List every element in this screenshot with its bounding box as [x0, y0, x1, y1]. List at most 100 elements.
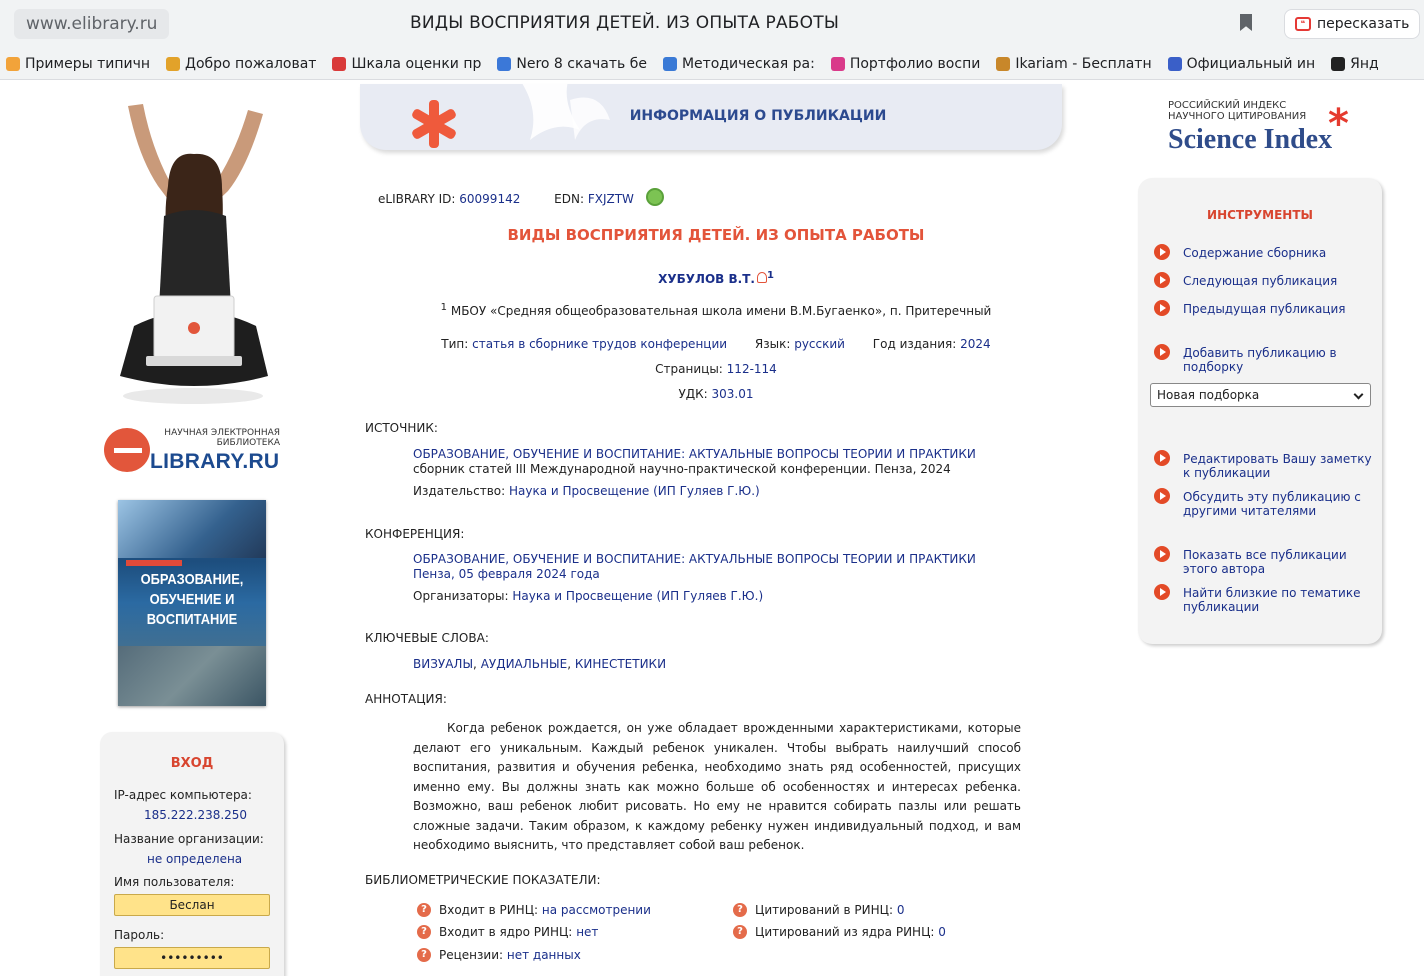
- help-icon[interactable]: ?: [733, 925, 747, 939]
- conference-heading: КОНФЕРЕНЦИЯ:: [365, 527, 465, 541]
- source-block: ОБРАЗОВАНИЕ, ОБУЧЕНИЕ И ВОСПИТАНИЕ: АКТУ…: [413, 447, 1033, 499]
- favicon-icon: [1331, 56, 1346, 71]
- ip-value: 185.222.238.250: [144, 808, 248, 822]
- source-description: сборник статей III Международной научно-…: [413, 462, 951, 476]
- keyword-link[interactable]: КИНЕСТЕТИКИ: [575, 657, 666, 671]
- affiliation-text: МБОУ «Средняя общеобразовательная школа …: [450, 304, 992, 318]
- annotation-text: Когда ребенок рождается, он уже обладает…: [413, 721, 1021, 852]
- sci-title: Science Index: [1168, 124, 1333, 155]
- bookmark-label: Ikariam - Бесплатн: [1015, 55, 1152, 72]
- cover-photo-top: [118, 500, 266, 558]
- lang-value: русский: [794, 337, 845, 351]
- bookmark-item[interactable]: Методическая ра:: [662, 55, 815, 72]
- annotation-heading: АННОТАЦИЯ:: [365, 692, 447, 706]
- affil-sup: 1: [440, 302, 448, 313]
- tool-discuss[interactable]: Обсудить эту публикацию с другими читате…: [1154, 488, 1376, 518]
- chevron-down-icon: [1353, 389, 1364, 400]
- elibrary-e-icon: [104, 428, 150, 472]
- bookmark-item[interactable]: Добро пожаловат: [166, 56, 316, 72]
- journal-cover-image[interactable]: ОБРАЗОВАНИЕ, ОБУЧЕНИЕ И ВОСПИТАНИЕ: [118, 500, 266, 706]
- help-icon[interactable]: ?: [417, 903, 431, 917]
- cover-photo-bottom: [118, 646, 266, 706]
- elibrary-logo[interactable]: НАУЧНАЯ ЭЛЕКТРОННАЯ БИБЛИОТЕКА LIBRARY.R…: [104, 424, 284, 480]
- tools-panel: ИНСТРУМЕНТЫ Содержание сборника Следующа…: [1138, 178, 1382, 644]
- bookmark-item[interactable]: Янд: [1331, 56, 1379, 72]
- bookmark-item[interactable]: Портфолио воспи: [830, 55, 981, 72]
- reviews-value: нет данных: [506, 948, 581, 962]
- bookmark-item[interactable]: Ikariam - Бесплатн: [996, 55, 1152, 72]
- elibrary-id-label: eLIBRARY ID:: [378, 192, 456, 206]
- address-bar[interactable]: www.elibrary.ru: [14, 9, 170, 39]
- conference-block: ОБРАЗОВАНИЕ, ОБУЧЕНИЕ И ВОСПИТАНИЕ: АКТУ…: [413, 552, 1033, 604]
- year-label: Год издания:: [872, 337, 957, 351]
- bookmark-item[interactable]: Официальный ин: [1167, 55, 1316, 72]
- password-input[interactable]: •••••••••: [114, 947, 270, 969]
- science-index-logo[interactable]: РОССИЙСКИЙ ИНДЕКС НАУЧНОГО ЦИТИРОВАНИЯ S…: [1168, 98, 1378, 162]
- pages-row: Страницы: 112-114: [360, 362, 1072, 376]
- favicon-icon: [662, 56, 677, 71]
- source-title-link[interactable]: ОБРАЗОВАНИЕ, ОБУЧЕНИЕ И ВОСПИТАНИЕ: АКТУ…: [413, 447, 1033, 462]
- udk-row: УДК: 303.01: [360, 387, 1072, 401]
- login-panel: ВХОД IP-адрес компьютера: 185.222.238.25…: [100, 732, 284, 976]
- retell-button[interactable]: ❝ пересказать: [1284, 9, 1421, 39]
- help-icon[interactable]: ?: [417, 925, 431, 939]
- favicon-icon: [332, 56, 347, 71]
- edn-label: EDN:: [554, 192, 585, 206]
- edn-link[interactable]: FXJZTW: [588, 192, 634, 206]
- help-icon[interactable]: ?: [417, 948, 431, 962]
- keyword-link[interactable]: АУДИАЛЬНЫЕ: [481, 657, 568, 671]
- username-input[interactable]: Беслан: [114, 894, 270, 916]
- bookmark-label: Портфолио воспи: [849, 55, 981, 72]
- core-citations-value[interactable]: 0: [938, 925, 946, 939]
- tool-previous-publication[interactable]: Предыдущая публикация: [1154, 300, 1376, 316]
- bookmark-label: Методическая ра:: [681, 55, 815, 72]
- collection-select[interactable]: Новая подборка: [1150, 383, 1371, 407]
- tool-add-to-collection[interactable]: Добавить публикацию в подборку: [1154, 344, 1376, 374]
- reviews-metric: ? Рецензии: нет данных: [417, 948, 581, 962]
- citations-value[interactable]: 0: [897, 903, 905, 917]
- play-icon: [1154, 488, 1170, 504]
- rinc-value: на рассмотрении: [541, 903, 651, 917]
- quote-icon: ❝: [1295, 17, 1311, 31]
- tool-author-publications[interactable]: Показать все публикации этого автора: [1154, 546, 1376, 576]
- bookmark-item[interactable]: Примеры типичн: [6, 56, 150, 72]
- bookmark-item[interactable]: Nero 8 скачать бе: [497, 56, 647, 72]
- tool-label: Показать все публикации этого автора: [1183, 548, 1347, 576]
- password-label: Пароль:: [114, 928, 165, 942]
- core-metric: ? Входит в ядро РИНЦ: нет: [417, 925, 598, 939]
- tool-contents[interactable]: Содержание сборника: [1154, 244, 1376, 260]
- globe-icon[interactable]: [645, 188, 664, 206]
- author-link[interactable]: ХУБУЛОВ В.Т.: [658, 272, 755, 286]
- tool-edit-note[interactable]: Редактировать Вашу заметку к публикации: [1154, 450, 1376, 480]
- bookmark-icon[interactable]: [1240, 14, 1252, 31]
- help-icon[interactable]: ?: [733, 903, 747, 917]
- publisher-link[interactable]: Наука и Просвещение (ИП Гуляев Г.Ю.): [509, 484, 760, 498]
- tool-label: Редактировать Вашу заметку к публикации: [1183, 452, 1372, 480]
- bookmark-item[interactable]: Шкала оценки пр: [332, 56, 481, 72]
- organizers-link[interactable]: Наука и Просвещение (ИП Гуляев Г.Ю.): [512, 589, 763, 603]
- elibrary-id-link[interactable]: 60099142: [459, 192, 520, 206]
- retell-label: пересказать: [1317, 16, 1410, 32]
- conference-title-link[interactable]: ОБРАЗОВАНИЕ, ОБУЧЕНИЕ И ВОСПИТАНИЕ: АКТУ…: [413, 552, 1033, 567]
- tools-title: ИНСТРУМЕНТЫ: [1207, 208, 1313, 222]
- bookmark-label: Добро пожаловат: [185, 55, 317, 72]
- organizers-label: Организаторы:: [413, 589, 509, 603]
- type-value[interactable]: статья в сборнике трудов конференции: [472, 337, 727, 351]
- bookmarks-bar: Примеры типичн Добро пожаловат Шкала оценк…: [0, 48, 1424, 80]
- logo-title: LIBRARY.RU: [150, 450, 280, 473]
- keywords-list: ВИЗУАЛЫ, АУДИАЛЬНЫЕ, КИНЕСТЕТИКИ: [413, 657, 1033, 672]
- author-profile-icon[interactable]: [756, 272, 767, 283]
- rinc-metric: ? Входит в РИНЦ: на рассмотрении: [417, 903, 651, 917]
- lang-label: Язык:: [754, 337, 791, 351]
- biblio-heading: БИБЛИОМЕТРИЧЕСКИЕ ПОКАЗАТЕЛИ:: [365, 873, 601, 887]
- tool-next-publication[interactable]: Следующая публикация: [1154, 272, 1376, 288]
- keyword-link[interactable]: ВИЗУАЛЫ: [413, 657, 473, 671]
- play-icon: [1154, 450, 1170, 466]
- core-citations-label: Цитирований из ядра РИНЦ:: [755, 925, 935, 939]
- core-value: нет: [576, 925, 599, 939]
- login-title: ВХОД: [170, 756, 214, 771]
- reviews-label: Рецензии:: [439, 948, 504, 962]
- tool-similar-publications[interactable]: Найти близкие по тематике публикации: [1154, 584, 1376, 614]
- bookmark-label: Официальный ин: [1186, 55, 1316, 72]
- id-row: eLIBRARY ID: 60099142 EDN: FXJZTW: [378, 188, 664, 206]
